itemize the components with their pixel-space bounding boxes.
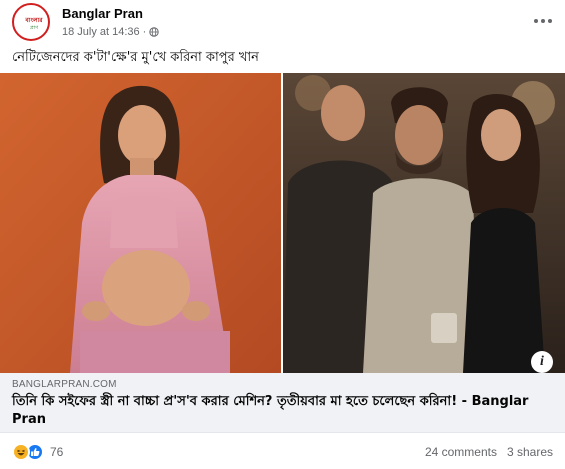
dot-icon [548,19,552,23]
post-image[interactable]: i [0,73,565,373]
globe-icon[interactable] [149,27,160,37]
more-options-button[interactable] [531,12,555,30]
link-title[interactable]: তিনি কি সইফের স্ত্রী না বাচ্চা প্র'স'ব ক… [12,393,552,429]
photo-left [0,73,281,373]
avatar-logo: বাংলার প্রাণ [17,8,45,36]
info-icon[interactable]: i [531,351,553,373]
comments-count-link[interactable]: 24 comments [425,445,497,459]
dot-icon [534,19,538,23]
haha-icon [12,443,30,461]
link-preview[interactable]: BANGLARPRAN.COM তিনি কি সইফের স্ত্রী না … [0,373,565,433]
avatar-logo-subtext: প্রাণ [29,25,39,31]
reaction-count: 76 [50,445,64,459]
engagement-counts: 24 comments 3 shares [425,445,553,459]
page-name-link[interactable]: Banglar Pran [62,6,143,21]
shares-count-link[interactable]: 3 shares [507,445,553,459]
link-domain: BANGLARPRAN.COM [12,379,117,390]
post-timestamp[interactable]: 18 July at 14:36 [62,26,140,38]
reactions-summary[interactable]: 76 [12,443,63,461]
post-caption: নেটিজেনদের ক'টা'ক্ষে'র মু'খে করিনা কাপুর… [12,50,259,65]
meta-separator: · [142,26,147,38]
dot-icon [541,19,545,23]
page-avatar[interactable]: বাংলার প্রাণ [12,3,50,41]
facebook-post: বাংলার প্রাণ Banglar Pran 18 July at 14:… [0,0,565,469]
post-header: বাংলার প্রাণ Banglar Pran 18 July at 14:… [0,0,565,46]
post-footer: 76 24 comments 3 shares [0,440,565,466]
post-meta: 18 July at 14:36 · [62,26,160,38]
photo-right [283,73,565,373]
